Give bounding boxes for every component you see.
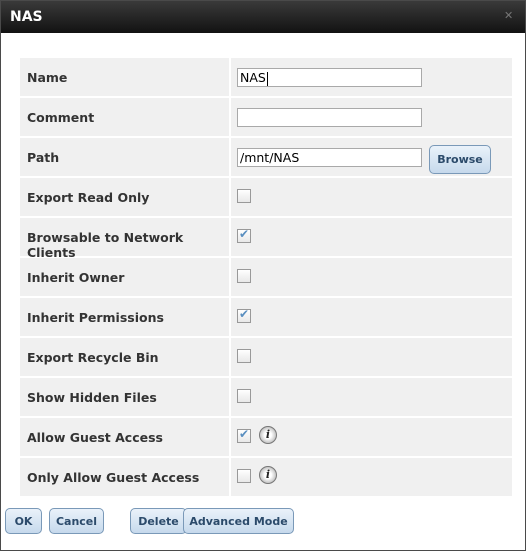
comment-row: Comment [20,98,512,136]
text-caret [266,71,268,86]
dialog-title: NAS [10,9,43,25]
allow-guest-access-checkbox[interactable] [237,427,251,443]
browsable-to-network-clients-row: Browsable to Network Clients [20,218,512,260]
show-hidden-files-row: Show Hidden Files [20,378,512,416]
browsable-to-network-clients-label: Browsable to Network Clients [27,230,184,260]
name-input[interactable]: NAS [237,68,422,87]
export-recycle-bin-row: Export Recycle Bin [20,338,512,376]
allow-guest-access-label: Allow Guest Access [27,430,163,445]
share-form: Name NAS Comment Path /mnt/NAS Export Re… [20,58,512,498]
title-bar: NAS ✕ [1,1,525,33]
inherit-permissions-checkbox[interactable] [237,307,251,323]
delete-button[interactable]: Delete [130,508,187,534]
only-allow-guest-access-checkbox[interactable] [237,469,251,483]
inherit-owner-label: Inherit Owner [27,270,125,285]
inherit-permissions-row: Inherit Permissions [20,298,512,336]
name-label: Name [27,70,68,85]
export-read-only-label: Export Read Only [27,190,150,205]
info-icon[interactable]: i [259,426,277,444]
ok-button[interactable]: OK [5,508,42,534]
inherit-owner-row: Inherit Owner [20,258,512,296]
export-recycle-bin-label: Export Recycle Bin [27,350,159,365]
only-allow-guest-access-row: Only Allow Guest Access i [20,458,512,496]
nas-dialog: NAS ✕ Name NAS Comment Path /mnt/NAS Exp… [0,0,526,551]
browse-button[interactable]: Browse [429,145,491,174]
export-read-only-checkbox[interactable] [237,189,251,203]
path-input[interactable]: /mnt/NAS [237,148,422,167]
export-read-only-row: Export Read Only [20,178,512,216]
allow-guest-access-row: Allow Guest Access i [20,418,512,456]
export-recycle-bin-checkbox[interactable] [237,349,251,363]
cancel-button[interactable]: Cancel [49,508,104,534]
info-icon[interactable]: i [259,466,277,484]
show-hidden-files-label: Show Hidden Files [27,390,157,405]
path-label: Path [27,150,60,165]
comment-label: Comment [27,110,95,125]
show-hidden-files-checkbox[interactable] [237,389,251,403]
advanced-mode-button[interactable]: Advanced Mode [183,508,294,534]
name-row: Name NAS [20,58,512,96]
only-allow-guest-access-label: Only Allow Guest Access [27,470,200,485]
close-icon[interactable]: ✕ [504,10,513,21]
inherit-permissions-label: Inherit Permissions [27,310,164,325]
inherit-owner-checkbox[interactable] [237,269,251,283]
browsable-to-network-clients-checkbox[interactable] [237,227,251,243]
comment-input[interactable] [237,108,422,127]
